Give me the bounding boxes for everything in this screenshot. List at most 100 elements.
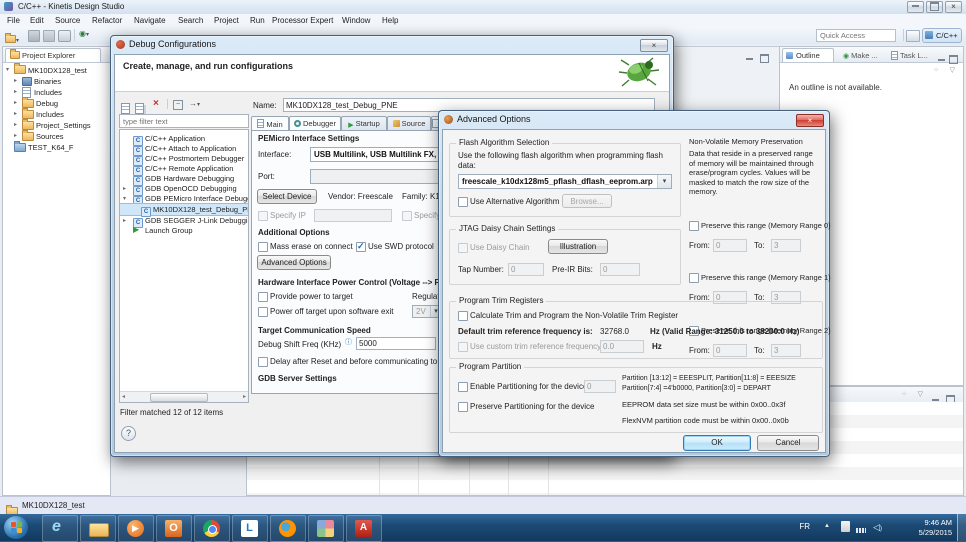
dialog-close-button[interactable]: × [640,39,668,52]
tree-item-test-k64f[interactable]: TEST_K64_F [3,141,110,152]
config-type-row[interactable]: C/C++ Remote Application [120,163,248,176]
menu-navigate[interactable]: Navigate [134,16,166,25]
tray-show-hidden-icons[interactable]: ▲ [824,523,830,529]
menu-help[interactable]: Help [382,16,398,25]
tree-item-binaries[interactable]: ▸ Binaries [3,76,110,86]
tree-item-sources[interactable]: ▸ Sources [3,130,110,141]
tree-item-project-settings[interactable]: ▸ Project_Settings [3,119,110,130]
editor-minimize-icon[interactable] [746,49,753,67]
start-button[interactable] [4,516,28,539]
tree-item-includes[interactable]: ▸ Includes [3,87,110,98]
config-tree[interactable]: C/C++ Application C/C++ Attach to Applic… [119,129,249,403]
taskbar-item-chrome[interactable] [194,515,230,542]
title-bar[interactable]: C/C++ - Kinetis Design Studio × [0,0,966,15]
view-menu-icon[interactable]: ▽ [918,390,923,398]
ok-button[interactable]: OK [683,435,751,451]
collapse-all-icon[interactable]: − [173,100,183,110]
config-type-row[interactable]: ▾GDB PEMicro Interface Debugging [120,193,248,206]
tray-clock-date[interactable]: 5/29/2015 [919,528,952,537]
tab-source[interactable]: Source [387,116,431,131]
config-type-row[interactable]: ▶ Launch Group [120,225,248,235]
collapsed-arrow-icon[interactable]: ▸ [14,77,17,84]
provide-power-checkbox[interactable] [258,292,268,302]
volume-icon[interactable]: ◁) [873,522,882,533]
menu-window[interactable]: Window [342,16,370,25]
use-swd-checkbox[interactable] [356,242,366,252]
advanced-options-button[interactable]: Advanced Options [257,255,331,270]
scroll-thumb[interactable] [150,393,208,402]
config-type-row[interactable]: GDB Hardware Debugging [120,173,248,186]
config-type-row[interactable]: C/C++ Application [120,133,248,146]
tab-debugger[interactable]: Debugger [289,116,341,131]
taskbar-item-firefox[interactable] [270,515,306,542]
preserve-range1-checkbox[interactable] [689,273,699,283]
editor-maximize-icon[interactable] [760,49,769,67]
menu-refactor[interactable]: Refactor [92,16,122,25]
collapsed-arrow-icon[interactable]: ▸ [14,132,17,139]
panel-menu-dots-icon[interactable]: ⁘ [901,390,907,398]
tray-language-label[interactable]: FR [799,522,810,531]
power-off-checkbox[interactable] [258,307,268,317]
expanded-arrow-icon[interactable]: ▾ [123,195,126,202]
calc-trim-checkbox[interactable] [458,311,468,321]
menu-source[interactable]: Source [55,16,80,25]
save-all-button[interactable] [43,30,55,42]
taskbar-item-media-player[interactable]: ▶ [118,515,154,542]
view-menu-icon[interactable]: ▽ [950,66,955,74]
tab-outline[interactable]: Outline [782,48,834,62]
illustration-button[interactable]: Illustration [548,239,608,254]
collapsed-arrow-icon[interactable]: ▸ [123,185,126,192]
config-filter-input[interactable] [119,114,249,128]
menu-run[interactable]: Run [250,16,265,25]
taskbar-item-photo-viewer[interactable] [308,515,344,542]
alt-algorithm-checkbox[interactable] [458,197,468,207]
tab-startup[interactable]: ▶ Startup [341,116,387,131]
scroll-left-arrow[interactable]: ◂ [122,393,125,400]
collapsed-arrow-icon[interactable]: ▸ [123,217,126,224]
collapsed-arrow-icon[interactable]: ▸ [14,99,17,106]
help-button[interactable]: ? [121,426,136,441]
config-type-row[interactable]: ▸GDB SEGGER J-Link Debugging [120,215,248,228]
menu-edit[interactable]: Edit [30,16,44,25]
maximize-button[interactable] [926,1,943,13]
quick-access-input[interactable] [816,29,896,42]
cancel-button[interactable]: Cancel [757,435,819,451]
menu-search[interactable]: Search [178,16,203,25]
collapsed-arrow-icon[interactable]: ▸ [14,88,17,95]
config-type-row[interactable]: C/C++ Attach to Application [120,143,248,156]
panel-minimize-icon[interactable] [938,50,945,68]
action-center-icon[interactable] [841,521,850,532]
taskbar-item-file-explorer[interactable] [80,515,116,542]
flash-algorithm-dropdown[interactable]: freescale_k10dx128m5_pflash_dflash_eepro… [458,174,672,189]
taskbar-item-outlook[interactable]: O [156,515,192,542]
filter-configurations-icon[interactable]: →▾ [189,99,200,108]
expanded-arrow-icon[interactable]: ▾ [6,66,9,73]
tab-task-list[interactable]: Task L... [886,48,932,62]
dialog-close-button[interactable]: × [796,114,824,127]
print-button[interactable] [58,30,71,42]
config-type-row[interactable]: ▸GDB OpenOCD Debugging [120,183,248,196]
tree-item-includes2[interactable]: ▸ Includes [3,108,110,119]
tray-clock-time[interactable]: 9:46 AM [924,518,952,527]
minimize-button[interactable] [907,1,924,13]
config-type-row[interactable]: C/C++ Postmortem Debugger [120,153,248,166]
tree-item-debug[interactable]: ▸ Debug [3,97,110,108]
delete-configuration-icon[interactable]: × [153,98,159,109]
network-icon[interactable] [856,528,866,533]
tree-horizontal-scrollbar[interactable]: ◂ ▸ [120,391,248,402]
tab-main[interactable]: Main [251,116,289,131]
menu-file[interactable]: File [7,16,20,25]
new-wizard-button[interactable]: ▾ [5,29,23,44]
tab-project-explorer[interactable]: Project Explorer [5,48,101,62]
tab-make-target[interactable]: ◉ Make ... [838,48,884,62]
select-device-button[interactable]: Select Device [257,189,317,204]
taskbar-item-internet-explorer[interactable]: e [42,515,78,542]
save-button[interactable] [28,30,40,42]
close-button[interactable]: × [945,1,962,13]
outline-toolbar-icon[interactable]: ⁘ [933,66,939,74]
shift-freq-input[interactable] [356,337,436,350]
preserve-partitioning-checkbox[interactable] [458,402,468,412]
delay-checkbox[interactable] [258,357,268,367]
enable-partitioning-checkbox[interactable] [458,382,468,392]
collapsed-arrow-icon[interactable]: ▸ [14,121,17,128]
